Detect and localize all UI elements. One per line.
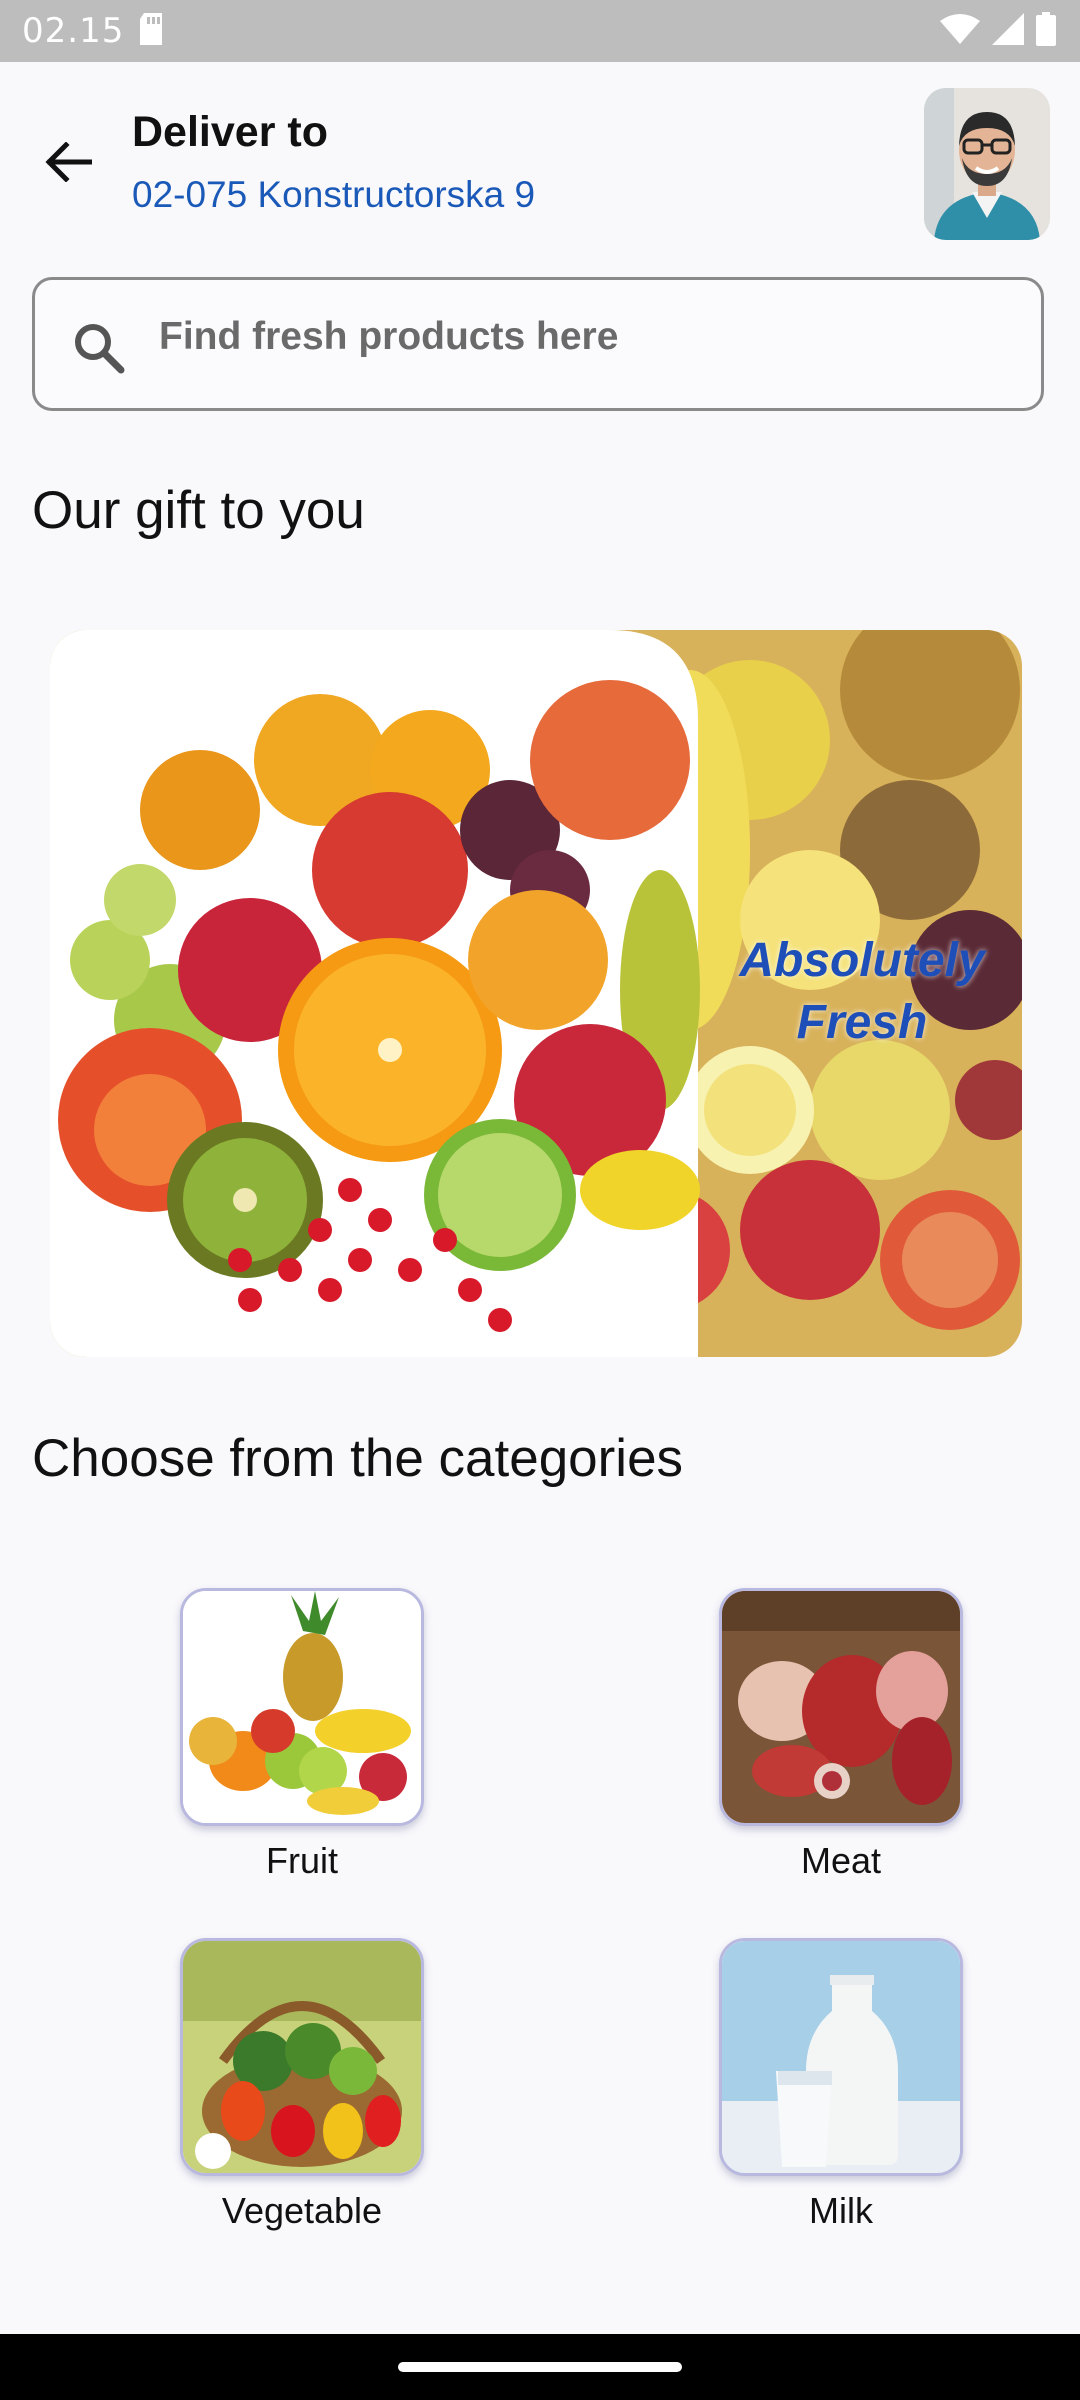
category-vegetable-label: Vegetable [221,2190,383,2231]
category-fruit-label: Fruit [266,1840,338,1881]
category-milk[interactable]: Milk [719,1938,963,2232]
category-meat[interactable]: Meat [719,1588,963,1882]
sd-card-icon [138,12,164,50]
banner-slogan-line1: Absolutely [739,934,985,987]
promo-banner[interactable]: Absolutely Fresh [50,630,1022,1357]
category-meat-image [719,1588,963,1826]
category-milk-label: Milk [809,2190,873,2231]
arrow-left-icon [45,142,92,182]
category-vegetable-image [180,1938,424,2176]
banner-slogan-line2: Fresh [796,996,928,1049]
gift-section-title: Our gift to you [32,481,365,540]
category-meat-label: Meat [800,1840,882,1881]
deliver-to-label: Deliver to [132,108,328,156]
search-icon [75,324,125,374]
category-milk-image [719,1938,963,2176]
delivery-address[interactable]: 02-075 Konstructorska 9 [132,174,535,216]
home-indicator[interactable] [398,2362,682,2372]
status-right [940,11,1056,51]
header: Deliver to 02-075 Konstructorska 9 [0,62,1080,262]
wifi-icon [940,13,980,50]
category-fruit-image [180,1588,424,1826]
category-fruit[interactable]: Fruit [180,1588,424,1882]
status-time: 02.15 [22,11,125,51]
search-placeholder: Find fresh products here [159,315,619,358]
category-vegetable[interactable]: Vegetable [180,1938,424,2232]
back-button[interactable] [30,132,106,192]
battery-icon [1036,11,1056,51]
avatar[interactable] [924,88,1050,240]
system-nav-bar [0,2334,1080,2400]
status-left: 02.15 [22,11,164,51]
search-input[interactable]: Find fresh products here [32,277,1044,411]
categories-section-title: Choose from the categories [32,1429,684,1488]
banner-slogan: Absolutely Fresh [732,930,992,1054]
signal-icon [992,12,1024,50]
status-bar: 02.15 [0,0,1080,62]
